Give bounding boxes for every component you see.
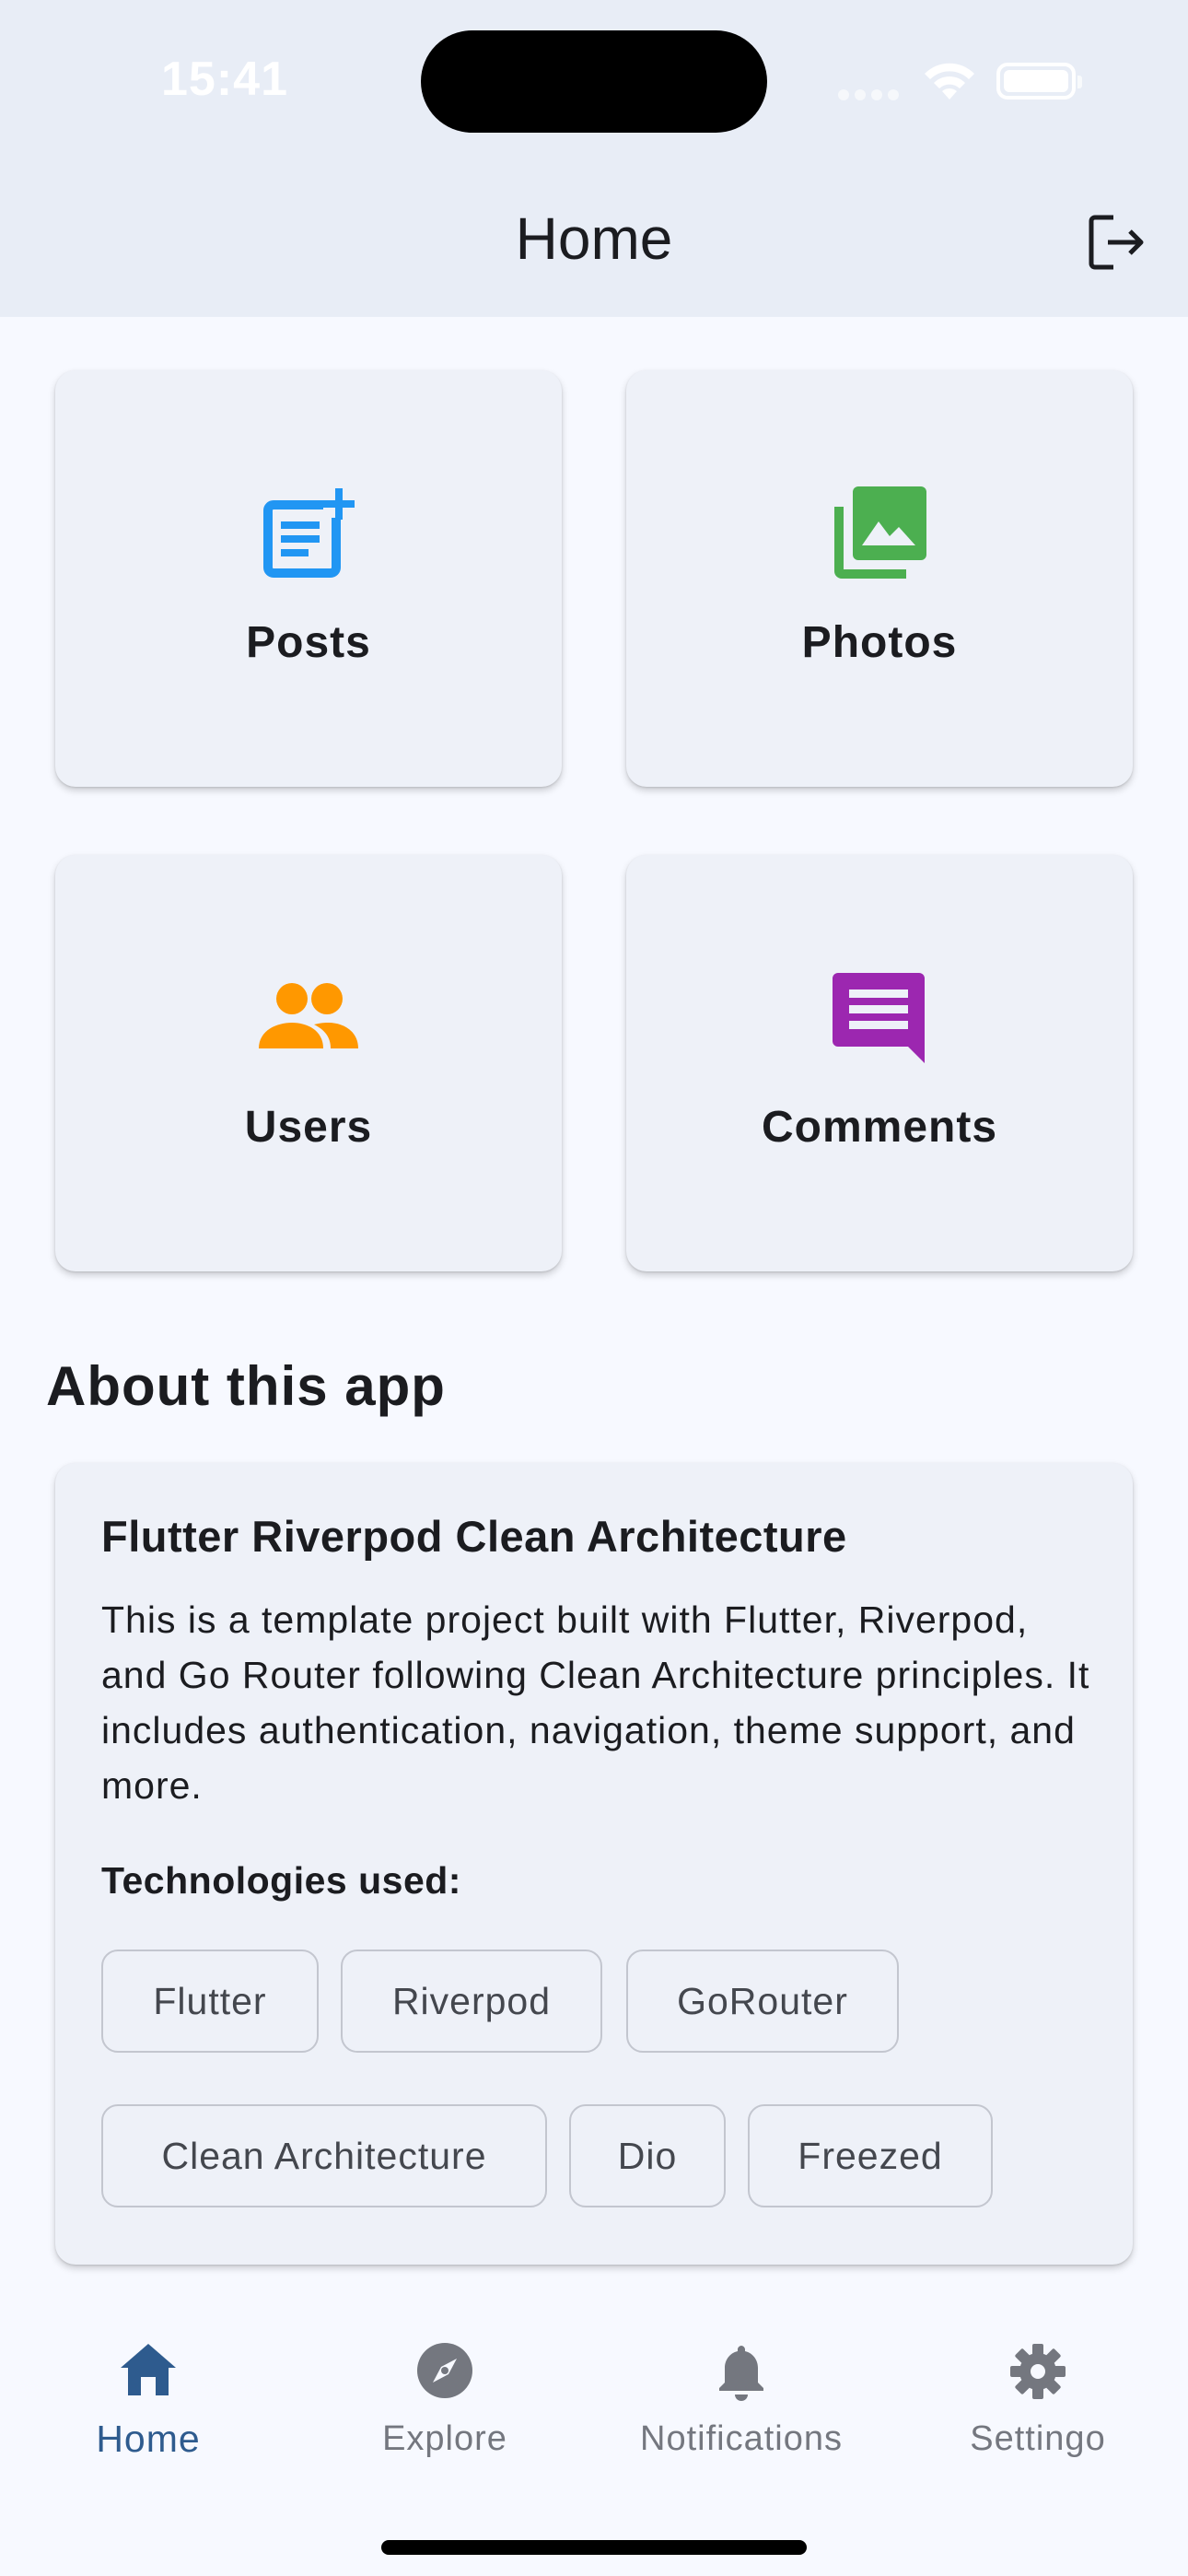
tech-chip-clean-architecture[interactable]: Clean Architecture <box>101 2104 547 2207</box>
users-card[interactable]: Users <box>55 855 562 1271</box>
photos-card-label: Photos <box>801 618 958 667</box>
people-icon <box>55 971 562 1063</box>
status-time: 15:41 <box>161 53 288 106</box>
explore-icon <box>297 2342 593 2399</box>
bell-icon <box>593 2342 890 2401</box>
tech-chip-riverpod[interactable]: Riverpod <box>341 1950 602 2053</box>
tech-chip-gorouter[interactable]: GoRouter <box>626 1950 899 2053</box>
comment-icon <box>626 971 1133 1065</box>
nav-label-home: Home <box>96 2418 201 2460</box>
nav-item-explore[interactable]: Explore <box>297 2322 593 2488</box>
nav-item-home[interactable]: Home <box>0 2322 297 2488</box>
photos-card[interactable]: Photos <box>626 370 1133 787</box>
users-card-label: Users <box>244 1103 373 1152</box>
cellular-signal-icon <box>838 88 904 105</box>
nav-item-settings[interactable]: Settingo <box>890 2322 1186 2488</box>
photo-library-icon <box>626 486 1133 580</box>
about-description: This is a template project built with Fl… <box>101 1598 1090 1807</box>
technologies-title: Technologies used: <box>101 1859 461 1902</box>
gear-icon <box>890 2342 1186 2401</box>
wifi-icon <box>921 59 978 108</box>
nav-item-notifications[interactable]: Notifications <box>593 2322 890 2488</box>
bottom-navigation: Home Explore Notifications Settingo <box>0 2322 1188 2576</box>
comments-card-label: Comments <box>761 1103 998 1152</box>
about-card-title: Flutter Riverpod Clean Architecture <box>101 1512 847 1561</box>
tech-chip-dio[interactable]: Dio <box>569 2104 726 2207</box>
about-section-title: About this app <box>46 1355 446 1417</box>
dynamic-island <box>421 30 767 133</box>
app-bar: 15:41 Home <box>0 0 1188 317</box>
home-indicator <box>381 2540 807 2555</box>
tech-chip-freezed[interactable]: Freezed <box>748 2104 993 2207</box>
nav-label-explore: Explore <box>382 2419 507 2458</box>
post-add-icon <box>55 486 562 579</box>
tech-chip-flutter[interactable]: Flutter <box>101 1950 319 2053</box>
nav-label-settings: Settingo <box>970 2419 1106 2458</box>
posts-card[interactable]: Posts <box>55 370 562 787</box>
app-screen: 15:41 Home Posts Photos Users Comments A… <box>0 0 1188 2576</box>
battery-icon <box>996 63 1082 100</box>
logout-icon <box>1089 215 1144 270</box>
nav-label-notifications: Notifications <box>640 2419 843 2458</box>
posts-card-label: Posts <box>246 618 371 667</box>
logout-button[interactable] <box>1083 207 1153 277</box>
about-card: Flutter Riverpod Clean Architecture This… <box>55 1463 1133 2265</box>
status-icons <box>838 55 1087 107</box>
comments-card[interactable]: Comments <box>626 855 1133 1271</box>
page-title: Home <box>515 205 673 272</box>
home-icon <box>0 2342 297 2397</box>
